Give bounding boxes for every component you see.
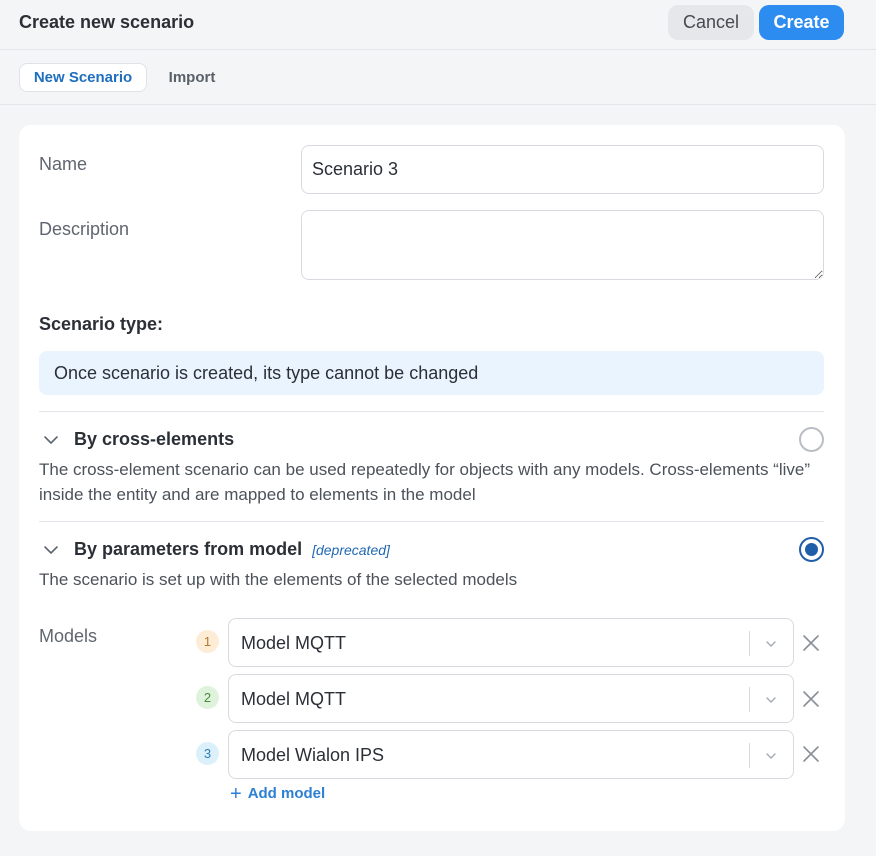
scenario-type-info: Once scenario is created, its type canno… — [39, 351, 824, 395]
select-separator — [749, 687, 750, 712]
model-select[interactable]: Model Wialon IPS — [228, 730, 794, 779]
model-select-value: Model MQTT — [241, 689, 347, 709]
description-label: Description — [39, 219, 130, 239]
tab-bar: New Scenario Import — [0, 50, 876, 105]
option-title-text: By cross-elements — [74, 429, 235, 449]
option-cross-elements-title: By cross-elements — [74, 429, 234, 450]
name-input[interactable] — [301, 145, 824, 194]
option-model-params-description: The scenario is set up with the elements… — [39, 570, 518, 589]
close-icon[interactable] — [802, 690, 820, 708]
divider — [39, 521, 824, 522]
cancel-button[interactable]: Cancel — [668, 5, 754, 40]
scenario-form-card: Name Description Scenario type: Once sce… — [19, 125, 845, 831]
option-cross-elements-radio[interactable] — [799, 427, 824, 452]
dialog-header: Create new scenario Cancel Create — [0, 0, 876, 50]
model-select[interactable]: Model MQTT — [228, 618, 794, 667]
info-text: Once scenario is created, its type canno… — [54, 362, 479, 383]
select-separator — [749, 743, 750, 768]
model-select-value: Model Wialon IPS — [241, 745, 385, 765]
tab-new-scenario[interactable]: New Scenario — [19, 63, 147, 92]
add-model-button[interactable]: + Add model — [230, 782, 326, 805]
model-select[interactable]: Model MQTT — [228, 674, 794, 723]
plus-icon: + — [230, 782, 242, 805]
option-model-params-title: By parameters from model [deprecated] — [74, 539, 390, 560]
close-icon[interactable] — [802, 634, 820, 652]
create-button[interactable]: Create — [759, 5, 844, 40]
model-index-badge: 2 — [196, 686, 219, 709]
option-model-params-radio[interactable] — [799, 537, 824, 562]
chevron-down-icon[interactable] — [764, 693, 778, 707]
models-label: Models — [39, 626, 98, 646]
deprecated-tag: [deprecated] — [312, 542, 390, 558]
scenario-type-heading: Scenario type: — [39, 314, 164, 334]
dialog-title: Create new scenario — [19, 12, 195, 32]
model-index-badge: 1 — [196, 630, 219, 653]
option-cross-elements-description: The cross-element scenario can be used r… — [39, 460, 811, 504]
divider — [39, 411, 824, 412]
add-model-label: Add model — [247, 785, 326, 802]
select-separator — [749, 631, 750, 656]
option-title-text: By parameters from model — [74, 539, 303, 559]
close-icon[interactable] — [802, 745, 820, 763]
tab-import[interactable]: Import — [155, 63, 229, 92]
model-index-badge: 3 — [196, 742, 219, 765]
chevron-down-icon[interactable] — [43, 542, 59, 558]
chevron-down-icon[interactable] — [764, 637, 778, 651]
description-textarea[interactable] — [301, 210, 824, 280]
name-label: Name — [39, 154, 88, 174]
chevron-down-icon[interactable] — [764, 749, 778, 763]
model-select-value: Model MQTT — [241, 633, 347, 653]
chevron-down-icon[interactable] — [43, 432, 59, 448]
